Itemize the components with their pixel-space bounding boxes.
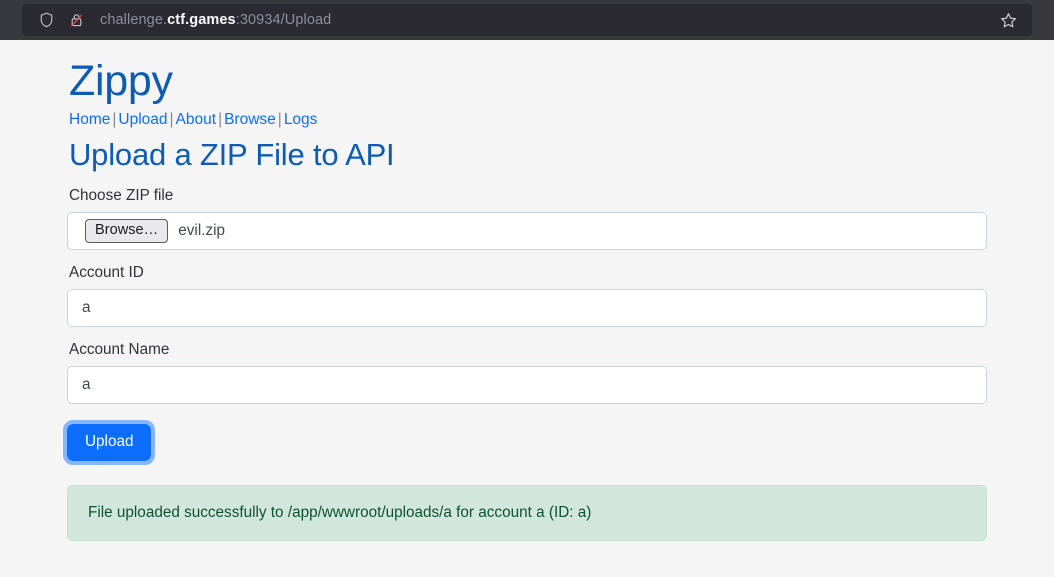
form-group-account-name: Account Name: [67, 341, 987, 405]
nav-link-logs[interactable]: Logs: [284, 111, 318, 128]
nav-link-about[interactable]: About: [176, 111, 217, 128]
url-host: ctf.games: [167, 12, 236, 28]
browse-button[interactable]: Browse…: [85, 218, 169, 244]
url-bar[interactable]: challenge.ctf.games:30934/Upload: [22, 4, 1032, 36]
file-input-label: Choose ZIP file: [69, 187, 174, 205]
form-group-account-id: Account ID: [67, 264, 987, 328]
account-id-input[interactable]: [67, 289, 987, 328]
nav-link-home[interactable]: Home: [69, 111, 110, 128]
account-name-input[interactable]: [67, 366, 987, 405]
lock-crossed-icon[interactable]: [62, 6, 90, 34]
nav-separator: |: [218, 111, 223, 129]
success-alert: File uploaded successfully to /app/wwwro…: [67, 484, 987, 541]
page-body: Zippy Home | Upload | About | Browse | Logs Uplo…: [0, 40, 1054, 577]
url-prefix: challenge.: [100, 12, 168, 28]
account-name-label: Account Name: [69, 341, 170, 359]
main-nav: Home | Upload | About | Browse | Logs: [69, 110, 987, 131]
nav-link-upload[interactable]: Upload: [118, 111, 167, 128]
site-brand: Zippy: [69, 57, 173, 105]
upload-button[interactable]: Upload: [62, 420, 156, 465]
selected-file-name: evil.zip: [178, 222, 226, 240]
nav-separator: |: [277, 111, 282, 129]
browser-chrome: challenge.ctf.games:30934/Upload: [0, 0, 1054, 40]
submit-row: Upload: [62, 420, 987, 465]
nav-link-browse[interactable]: Browse: [224, 111, 276, 128]
shield-icon[interactable]: [32, 6, 60, 34]
url-text[interactable]: challenge.ctf.games:30934/Upload: [100, 12, 992, 28]
content-container: Zippy Home | Upload | About | Browse | Logs Uplo…: [62, 40, 987, 541]
account-id-label: Account ID: [69, 264, 144, 282]
form-group-file: Choose ZIP file Browse… evil.zip: [67, 187, 987, 251]
file-input[interactable]: Browse… evil.zip: [67, 212, 987, 251]
url-suffix: :30934/Upload: [235, 12, 332, 28]
page-title: Upload a ZIP File to API: [69, 137, 395, 173]
star-icon[interactable]: [994, 6, 1022, 34]
nav-separator: |: [169, 111, 174, 129]
